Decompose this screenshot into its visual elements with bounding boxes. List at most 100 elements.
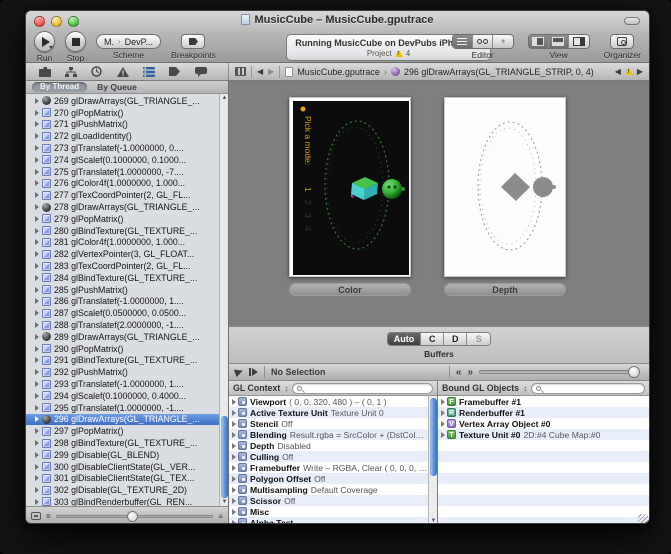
bound-object-row[interactable]: F Framebuffer #1 [438, 396, 649, 407]
gl-state-row[interactable]: Active Texture Unit Texture Unit 0 [229, 407, 428, 418]
tab-by-thread[interactable]: By Thread [32, 82, 87, 92]
expand-icon[interactable]: ≡ [218, 512, 223, 521]
run-button[interactable] [34, 31, 55, 52]
trace-call-row[interactable]: 274 glScalef(0.1000000, 0.1000... [26, 154, 219, 166]
disclosure-triangle-icon[interactable] [441, 432, 445, 438]
disclosure-triangle-icon[interactable] [35, 334, 39, 340]
trace-call-row[interactable]: 290 glPopMatrix() [26, 343, 219, 355]
titlebar[interactable]: MusicCube – MusicCube.gputrace [26, 11, 649, 31]
toggle-navigator-button[interactable] [529, 35, 549, 48]
breakpoint-navigator-icon[interactable] [168, 66, 181, 78]
disclosure-triangle-icon[interactable] [232, 520, 236, 525]
scheme-target[interactable]: M. [104, 37, 114, 47]
trace-call-row[interactable]: 271 glPushMatrix() [26, 119, 219, 131]
toggle-utilities-button[interactable] [569, 35, 589, 48]
breakpoints-button[interactable] [181, 34, 205, 49]
trace-call-row[interactable]: 282 glVertexPointer(3, GL_FLOAT... [26, 248, 219, 260]
toolbar-toggle-button[interactable] [624, 17, 640, 25]
toggle-debug-area-button[interactable] [549, 35, 569, 48]
trace-call-row[interactable]: 289 glDrawArrays(GL_TRIANGLE_... [26, 331, 219, 343]
gl-state-row[interactable]: Depth Disabled [229, 440, 428, 451]
disclosure-triangle-icon[interactable] [441, 421, 445, 427]
trace-call-row[interactable]: 272 glLoadIdentity() [26, 130, 219, 142]
gl-state-row[interactable]: Culling Off [229, 451, 428, 462]
gl-context-search-field[interactable] [292, 383, 433, 394]
disclosure-triangle-icon[interactable] [35, 428, 39, 434]
gl-state-row[interactable]: Alpha Test [229, 517, 428, 524]
trace-call-row[interactable]: 299 glDisable(GL_BLEND) [26, 449, 219, 461]
issue-navigator-icon[interactable] [116, 66, 129, 78]
disclosure-triangle-icon[interactable] [35, 452, 39, 458]
disclosure-triangle-icon[interactable] [35, 275, 39, 281]
disclosure-triangle-icon[interactable] [35, 192, 39, 198]
disclosure-triangle-icon[interactable] [35, 251, 39, 257]
buffers-depth-button[interactable]: D [444, 333, 467, 345]
sort-indicator-icon[interactable]: ↕ [523, 384, 527, 393]
disclosure-triangle-icon[interactable] [35, 204, 39, 210]
trace-call-row[interactable]: 292 glPushMatrix() [26, 366, 219, 378]
window-resize-grip[interactable] [638, 514, 648, 524]
disclosure-triangle-icon[interactable] [35, 145, 39, 151]
next-issue-button[interactable]: ▶ [637, 67, 643, 76]
issue-count[interactable]: 4 [406, 49, 410, 58]
log-navigator-icon[interactable] [194, 66, 207, 78]
disclosure-triangle-icon[interactable] [35, 499, 39, 505]
scrub-forward-button[interactable]: » [467, 367, 473, 378]
disclosure-triangle-icon[interactable] [35, 393, 39, 399]
organizer-button[interactable] [610, 34, 634, 49]
trace-call-row[interactable]: 278 glDrawArrays(GL_TRIANGLE_... [26, 201, 219, 213]
back-button[interactable]: ◀ [257, 67, 263, 76]
disclosure-triangle-icon[interactable] [232, 410, 236, 416]
collapse-icon[interactable] [31, 512, 41, 520]
disclosure-triangle-icon[interactable] [35, 416, 39, 422]
scroll-up-arrow[interactable]: ▲ [220, 94, 228, 102]
gl-context-title[interactable]: GL Context [233, 383, 280, 393]
trace-call-row[interactable]: 279 glPopMatrix() [26, 213, 219, 225]
disclosure-triangle-icon[interactable] [232, 498, 236, 504]
trace-call-row[interactable]: 294 glScalef(0.1000000, 0.4000... [26, 390, 219, 402]
previous-issue-button[interactable]: ◀ [615, 67, 621, 76]
disclosure-triangle-icon[interactable] [35, 487, 39, 493]
bound-objects-search-field[interactable] [531, 383, 645, 394]
trace-call-row[interactable]: 284 glBindTexture(GL_TEXTURE_... [26, 272, 219, 284]
disclosure-triangle-icon[interactable] [35, 440, 39, 446]
disclosure-triangle-icon[interactable] [35, 381, 39, 387]
disclosure-triangle-icon[interactable] [35, 98, 39, 104]
scheme-selector[interactable]: M. › DevP... [96, 34, 161, 49]
gl-state-row[interactable]: Scissor Off [229, 495, 428, 506]
trace-call-row[interactable]: 287 glScalef(0.0500000, 0.0500... [26, 307, 219, 319]
tab-by-queue[interactable]: By Queue [97, 82, 137, 92]
trace-call-row[interactable]: 286 glTranslatef(-1.0000000, 1.... [26, 296, 219, 308]
gl-state-row[interactable]: Stencil Off [229, 418, 428, 429]
disclosure-triangle-icon[interactable] [232, 421, 236, 427]
trace-call-row[interactable]: 270 glPopMatrix() [26, 107, 219, 119]
gl-state-row[interactable]: Multisampling Default Coverage [229, 484, 428, 495]
trace-call-row[interactable]: 297 glPopMatrix() [26, 425, 219, 437]
disclosure-triangle-icon[interactable] [35, 216, 39, 222]
trace-call-row[interactable]: 273 glTranslatef(-1.0000000, 0.... [26, 142, 219, 154]
trace-call-row[interactable]: 301 glDisableClientState(GL_TEX... [26, 473, 219, 485]
disclosure-triangle-icon[interactable] [35, 475, 39, 481]
gl-context-scrollbar[interactable]: ▼ [428, 396, 437, 524]
disclosure-triangle-icon[interactable] [35, 180, 39, 186]
scroll-down-arrow[interactable]: ▼ [429, 517, 437, 524]
depth-buffer-preview[interactable] [444, 97, 566, 277]
slider-knob[interactable] [127, 511, 138, 522]
trace-call-row[interactable]: 303 glBindRenderbuffer(GL_REN... [26, 496, 219, 506]
scheme-destination[interactable]: DevP... [125, 37, 153, 47]
scrub-back-button[interactable]: « [456, 367, 462, 378]
breadcrumb-call[interactable]: 296 glDrawArrays(GL_TRIANGLE_STRIP, 0, 4… [404, 67, 594, 77]
assistant-editor-button[interactable] [473, 35, 493, 48]
trace-call-row[interactable]: 302 glDisable(GL_TEXTURE_2D) [26, 484, 219, 496]
version-editor-button[interactable]: ‹› [493, 35, 513, 48]
buffers-auto-button[interactable]: Auto [388, 333, 422, 345]
disclosure-triangle-icon[interactable] [35, 298, 39, 304]
standard-editor-button[interactable] [453, 35, 473, 48]
project-navigator-icon[interactable] [38, 66, 51, 78]
scrubber-knob[interactable] [628, 366, 640, 378]
navigator-scrollbar[interactable]: ▲ ▼ [219, 94, 228, 506]
disclosure-triangle-icon[interactable] [232, 443, 236, 449]
trace-call-row[interactable]: 277 glTexCoordPointer(2, GL_FL... [26, 189, 219, 201]
gl-state-row[interactable]: Polygon Offset Off [229, 473, 428, 484]
disclosure-triangle-icon[interactable] [35, 239, 39, 245]
